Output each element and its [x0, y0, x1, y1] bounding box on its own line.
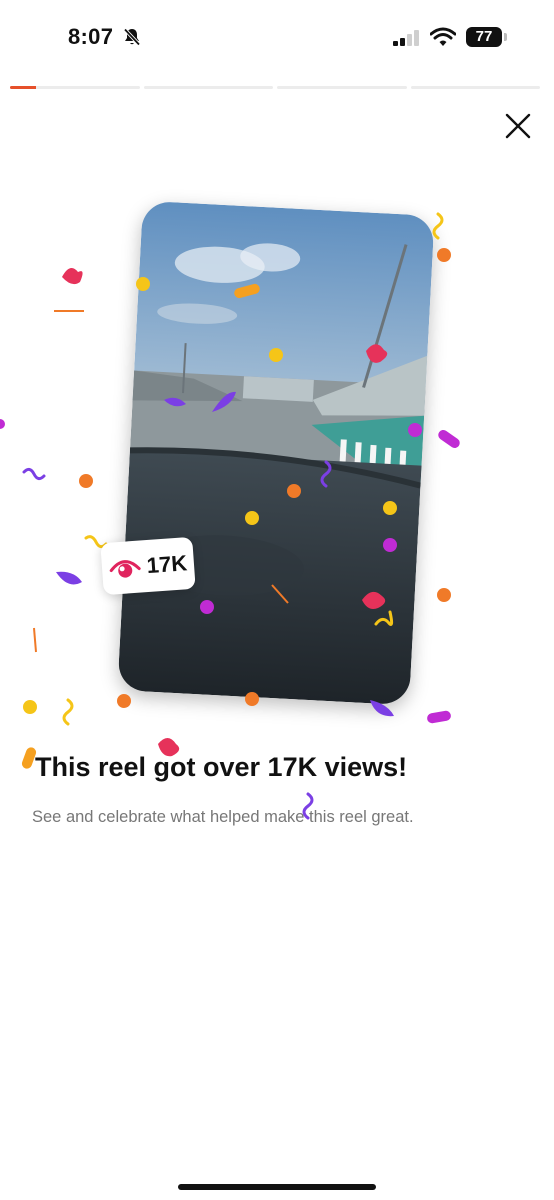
progress-fill — [10, 86, 36, 89]
progress-segment — [143, 86, 273, 89]
status-time: 8:07 — [68, 24, 114, 49]
views-count: 17K — [145, 550, 188, 579]
close-icon — [505, 113, 531, 139]
home-indicator[interactable] — [178, 1184, 376, 1190]
battery-tip — [504, 33, 507, 41]
bell-slash-icon — [122, 27, 142, 52]
reel-thumbnail[interactable] — [117, 200, 435, 706]
story-progress — [10, 86, 540, 89]
page-subtitle: See and celebrate what helped make this … — [32, 808, 414, 826]
progress-segment — [277, 86, 407, 89]
reel-image — [117, 200, 435, 706]
progress-segment — [10, 86, 140, 89]
views-badge: 17K — [100, 536, 196, 596]
wifi-icon — [429, 27, 457, 52]
close-button[interactable] — [504, 112, 532, 140]
battery-icon: 77 — [466, 27, 502, 47]
progress-segment — [410, 86, 540, 89]
signal-icon — [393, 30, 423, 51]
eye-icon — [109, 560, 141, 578]
page-title: This reel got over 17K views! — [35, 752, 408, 782]
status-bar: 8:07 77 — [0, 0, 554, 76]
